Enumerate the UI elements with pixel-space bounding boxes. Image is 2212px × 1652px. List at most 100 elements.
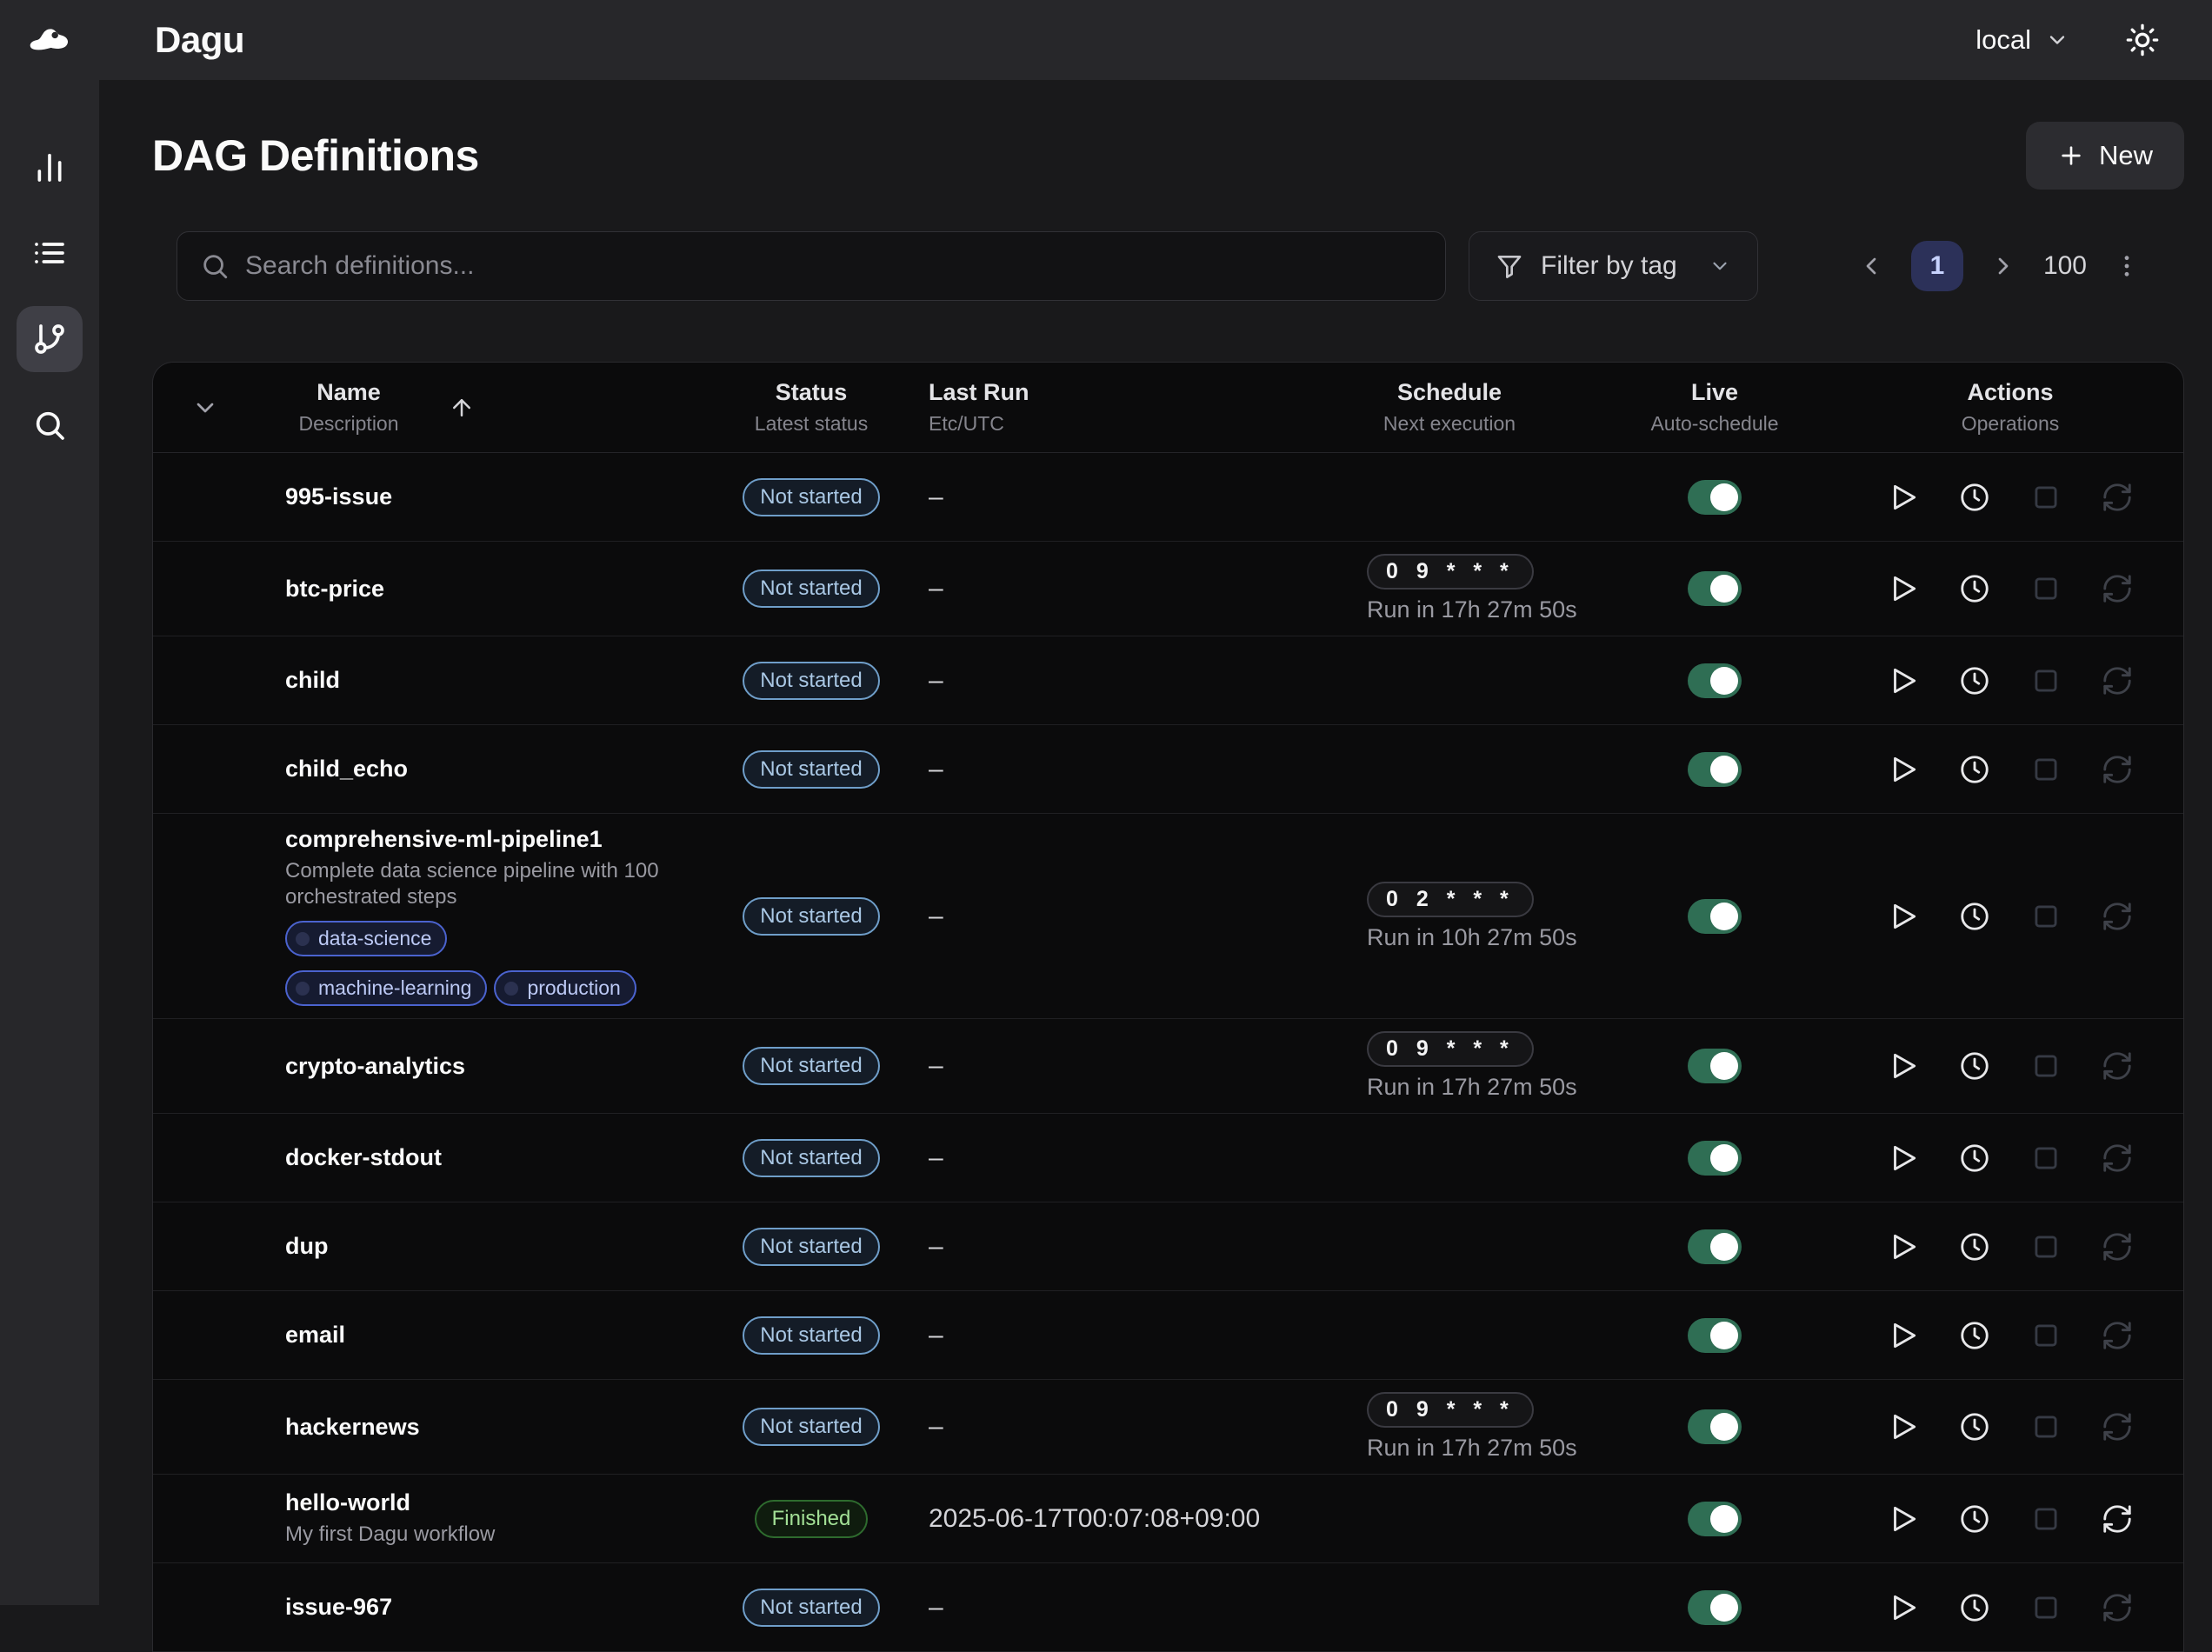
sidebar-item-search[interactable] [17, 392, 83, 458]
stop-run-button [2029, 1142, 2062, 1175]
next-page-button[interactable] [1989, 252, 2017, 280]
dag-row[interactable]: comprehensive-ml-pipeline1Complete data … [153, 814, 2183, 1019]
dag-row[interactable]: hello-worldMy first Dagu workflowFinishe… [153, 1475, 2183, 1563]
start-run-button[interactable] [1887, 1410, 1920, 1443]
enqueue-button[interactable] [1958, 900, 1991, 933]
chevron-down-icon [2045, 28, 2069, 52]
actions-cell [1836, 753, 2184, 786]
live-toggle[interactable] [1688, 1049, 1742, 1083]
live-toggle[interactable] [1688, 1590, 1742, 1625]
start-run-button[interactable] [1887, 481, 1920, 514]
clock-icon [1958, 1230, 1991, 1263]
dag-row[interactable]: emailNot started– [153, 1291, 2183, 1380]
dag-row[interactable]: hackernewsNot started–0 9 * * *Run in 17… [153, 1380, 2183, 1475]
expand-all-toggle[interactable] [153, 394, 257, 422]
current-page-badge[interactable]: 1 [1911, 241, 1963, 291]
live-cell [1593, 1590, 1836, 1625]
enqueue-button[interactable] [1958, 753, 1991, 786]
dag-row[interactable]: issue-967Not started– [153, 1563, 2183, 1652]
start-run-button[interactable] [1887, 1502, 1920, 1535]
start-run-button[interactable] [1887, 1142, 1920, 1175]
play-icon [1887, 1502, 1920, 1535]
live-toggle[interactable] [1688, 1409, 1742, 1444]
search-icon [200, 251, 230, 281]
status-cell: Not started [703, 570, 920, 608]
live-toggle[interactable] [1688, 1229, 1742, 1264]
start-run-button[interactable] [1887, 1319, 1920, 1352]
dag-name-cell: issue-967 [257, 1594, 703, 1621]
column-header-last-run: Last Run Etc/UTC [920, 379, 1306, 436]
start-run-button[interactable] [1887, 1230, 1920, 1263]
live-toggle[interactable] [1688, 1318, 1742, 1353]
status-cell: Not started [703, 1408, 920, 1446]
enqueue-button[interactable] [1958, 1230, 1991, 1263]
search-input[interactable] [245, 251, 1422, 281]
column-header-name[interactable]: Name Description [257, 379, 440, 436]
dag-row[interactable]: 995-issueNot started– [153, 453, 2183, 542]
sidebar-item-dashboard[interactable] [17, 134, 83, 200]
start-run-button[interactable] [1887, 664, 1920, 697]
play-icon [1887, 572, 1920, 605]
more-options-button[interactable] [2113, 252, 2141, 280]
play-icon [1887, 1142, 1920, 1175]
start-run-button[interactable] [1887, 572, 1920, 605]
status-cell: Not started [703, 1139, 920, 1177]
retry-run-button[interactable] [2101, 1502, 2134, 1535]
sidebar-item-dag-definitions[interactable] [17, 306, 83, 372]
status-badge: Not started [743, 750, 879, 789]
toggle-knob [1710, 667, 1738, 695]
dag-row[interactable]: childNot started– [153, 636, 2183, 725]
enqueue-button[interactable] [1958, 1502, 1991, 1535]
enqueue-button[interactable] [1958, 1591, 1991, 1624]
previous-page-button[interactable] [1857, 252, 1885, 280]
next-run-label: Run in 17h 27m 50s [1367, 1435, 1577, 1462]
stop-icon [2029, 1142, 2062, 1175]
start-run-button[interactable] [1887, 753, 1920, 786]
sort-ascending-icon[interactable] [449, 395, 475, 421]
dag-name: btc-price [285, 576, 703, 603]
new-dag-button[interactable]: New [2026, 122, 2184, 190]
search-box [177, 231, 1446, 301]
dag-row[interactable]: dupNot started– [153, 1202, 2183, 1291]
dag-row[interactable]: btc-priceNot started–0 9 * * *Run in 17h… [153, 542, 2183, 636]
live-toggle[interactable] [1688, 1502, 1742, 1536]
live-toggle[interactable] [1688, 571, 1742, 606]
clock-icon [1958, 1502, 1991, 1535]
start-run-button[interactable] [1887, 1049, 1920, 1082]
live-toggle[interactable] [1688, 752, 1742, 787]
live-toggle[interactable] [1688, 663, 1742, 698]
stop-icon [2029, 1502, 2062, 1535]
dag-row[interactable]: docker-stdoutNot started– [153, 1114, 2183, 1202]
dag-row[interactable]: child_echoNot started– [153, 725, 2183, 814]
enqueue-button[interactable] [1958, 1319, 1991, 1352]
enqueue-button[interactable] [1958, 1410, 1991, 1443]
dag-tag[interactable]: data-science [285, 921, 447, 956]
start-run-button[interactable] [1887, 900, 1920, 933]
live-toggle[interactable] [1688, 899, 1742, 934]
dag-row[interactable]: crypto-analyticsNot started–0 9 * * *Run… [153, 1019, 2183, 1114]
dag-tag[interactable]: production [494, 970, 636, 1006]
sidebar-item-dag-runs[interactable] [17, 220, 83, 286]
toggle-knob [1710, 1322, 1738, 1349]
enqueue-button[interactable] [1958, 1142, 1991, 1175]
live-toggle[interactable] [1688, 1141, 1742, 1176]
actions-cell [1836, 900, 2184, 933]
main-content: DAG Definitions New Filter by tag 1 100 [99, 80, 2212, 1605]
enqueue-button[interactable] [1958, 664, 1991, 697]
column-header-status: Status Latest status [703, 379, 920, 436]
actions-cell [1836, 1142, 2184, 1175]
dag-tag[interactable]: machine-learning [285, 970, 487, 1006]
filter-by-tag-button[interactable]: Filter by tag [1469, 231, 1758, 301]
stop-icon [2029, 1049, 2062, 1082]
stop-run-button [2029, 1591, 2062, 1624]
start-run-button[interactable] [1887, 1591, 1920, 1624]
enqueue-button[interactable] [1958, 481, 1991, 514]
environment-selector[interactable]: local [1975, 24, 2069, 56]
sun-icon [2125, 23, 2160, 57]
live-toggle[interactable] [1688, 480, 1742, 515]
tag-dot-icon [504, 982, 518, 996]
enqueue-button[interactable] [1958, 572, 1991, 605]
theme-toggle-button[interactable] [2125, 23, 2160, 57]
enqueue-button[interactable] [1958, 1049, 1991, 1082]
last-run-value: – [920, 666, 1306, 696]
